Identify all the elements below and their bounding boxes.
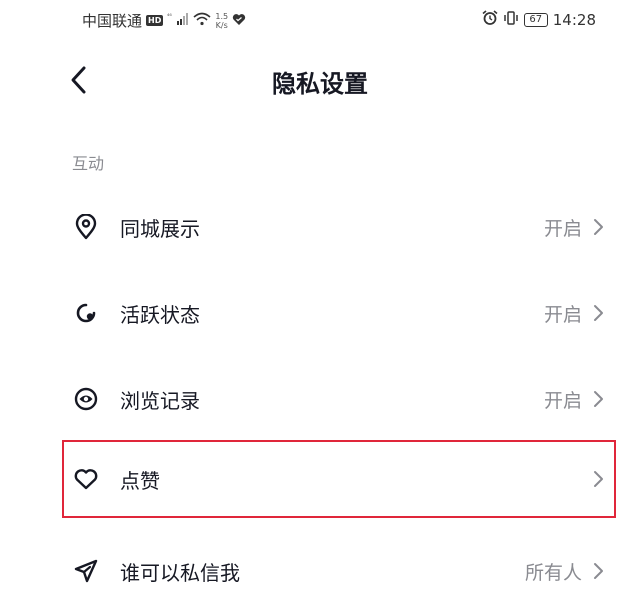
setting-row-value: 开启 — [543, 303, 582, 326]
battery-icon: 67 — [523, 12, 548, 27]
active-status-icon — [72, 299, 100, 327]
network-speed: 1.5 K/s — [215, 12, 228, 30]
setting-row-value: 开启 — [543, 389, 582, 412]
page-title: 隐私设置 — [272, 70, 368, 98]
nav-header: 隐私设置 — [0, 50, 640, 110]
wifi-icon — [193, 12, 211, 30]
setting-row-value: 所有人 — [524, 561, 582, 584]
speed-value: 1.5 — [215, 11, 229, 21]
setting-row-value: 开启 — [543, 217, 582, 240]
network-type-label: ⁴⁶ — [167, 13, 172, 20]
setting-row-local-display[interactable]: 同城展示 开启 — [62, 188, 616, 266]
signal-icon: ⁴⁶ — [167, 12, 189, 30]
alarm-icon — [482, 10, 498, 29]
setting-row-who-can-message[interactable]: 谁可以私信我 所有人 — [62, 532, 616, 610]
vibrate-icon — [503, 10, 519, 29]
heart-icon — [72, 465, 100, 493]
setting-row-likes[interactable]: 点赞 — [62, 440, 616, 518]
setting-row-label: 谁可以私信我 — [120, 560, 240, 585]
setting-row-browsing-history[interactable]: 浏览记录 开启 — [62, 360, 616, 438]
chevron-right-icon — [592, 561, 604, 581]
setting-row-active-status[interactable]: 活跃状态 开启 — [62, 274, 616, 352]
setting-row-label: 活跃状态 — [120, 302, 200, 327]
setting-row-label: 同城展示 — [120, 216, 200, 241]
setting-row-label: 浏览记录 — [120, 388, 200, 413]
chevron-right-icon — [592, 303, 604, 323]
chevron-right-icon — [592, 389, 604, 409]
status-right: 67 14:28 — [482, 10, 596, 29]
heart-status-icon — [232, 12, 246, 30]
speed-unit: K/s — [215, 20, 228, 30]
status-left: 中国联通 HD ⁴⁶ 1.5 K/s — [82, 10, 246, 31]
clock-time: 14:28 — [552, 10, 596, 29]
chevron-right-icon — [592, 469, 604, 489]
setting-row-label: 点赞 — [120, 468, 160, 493]
send-icon — [72, 557, 100, 585]
location-pin-icon — [72, 213, 100, 241]
hd-badge: HD — [146, 15, 164, 26]
chevron-right-icon — [592, 217, 604, 237]
status-bar: 中国联通 HD ⁴⁶ 1.5 K/s 67 14:28 — [0, 0, 640, 44]
eye-icon — [72, 385, 100, 413]
section-label: 互动 — [72, 154, 105, 173]
carrier-name: 中国联通 — [82, 12, 143, 30]
